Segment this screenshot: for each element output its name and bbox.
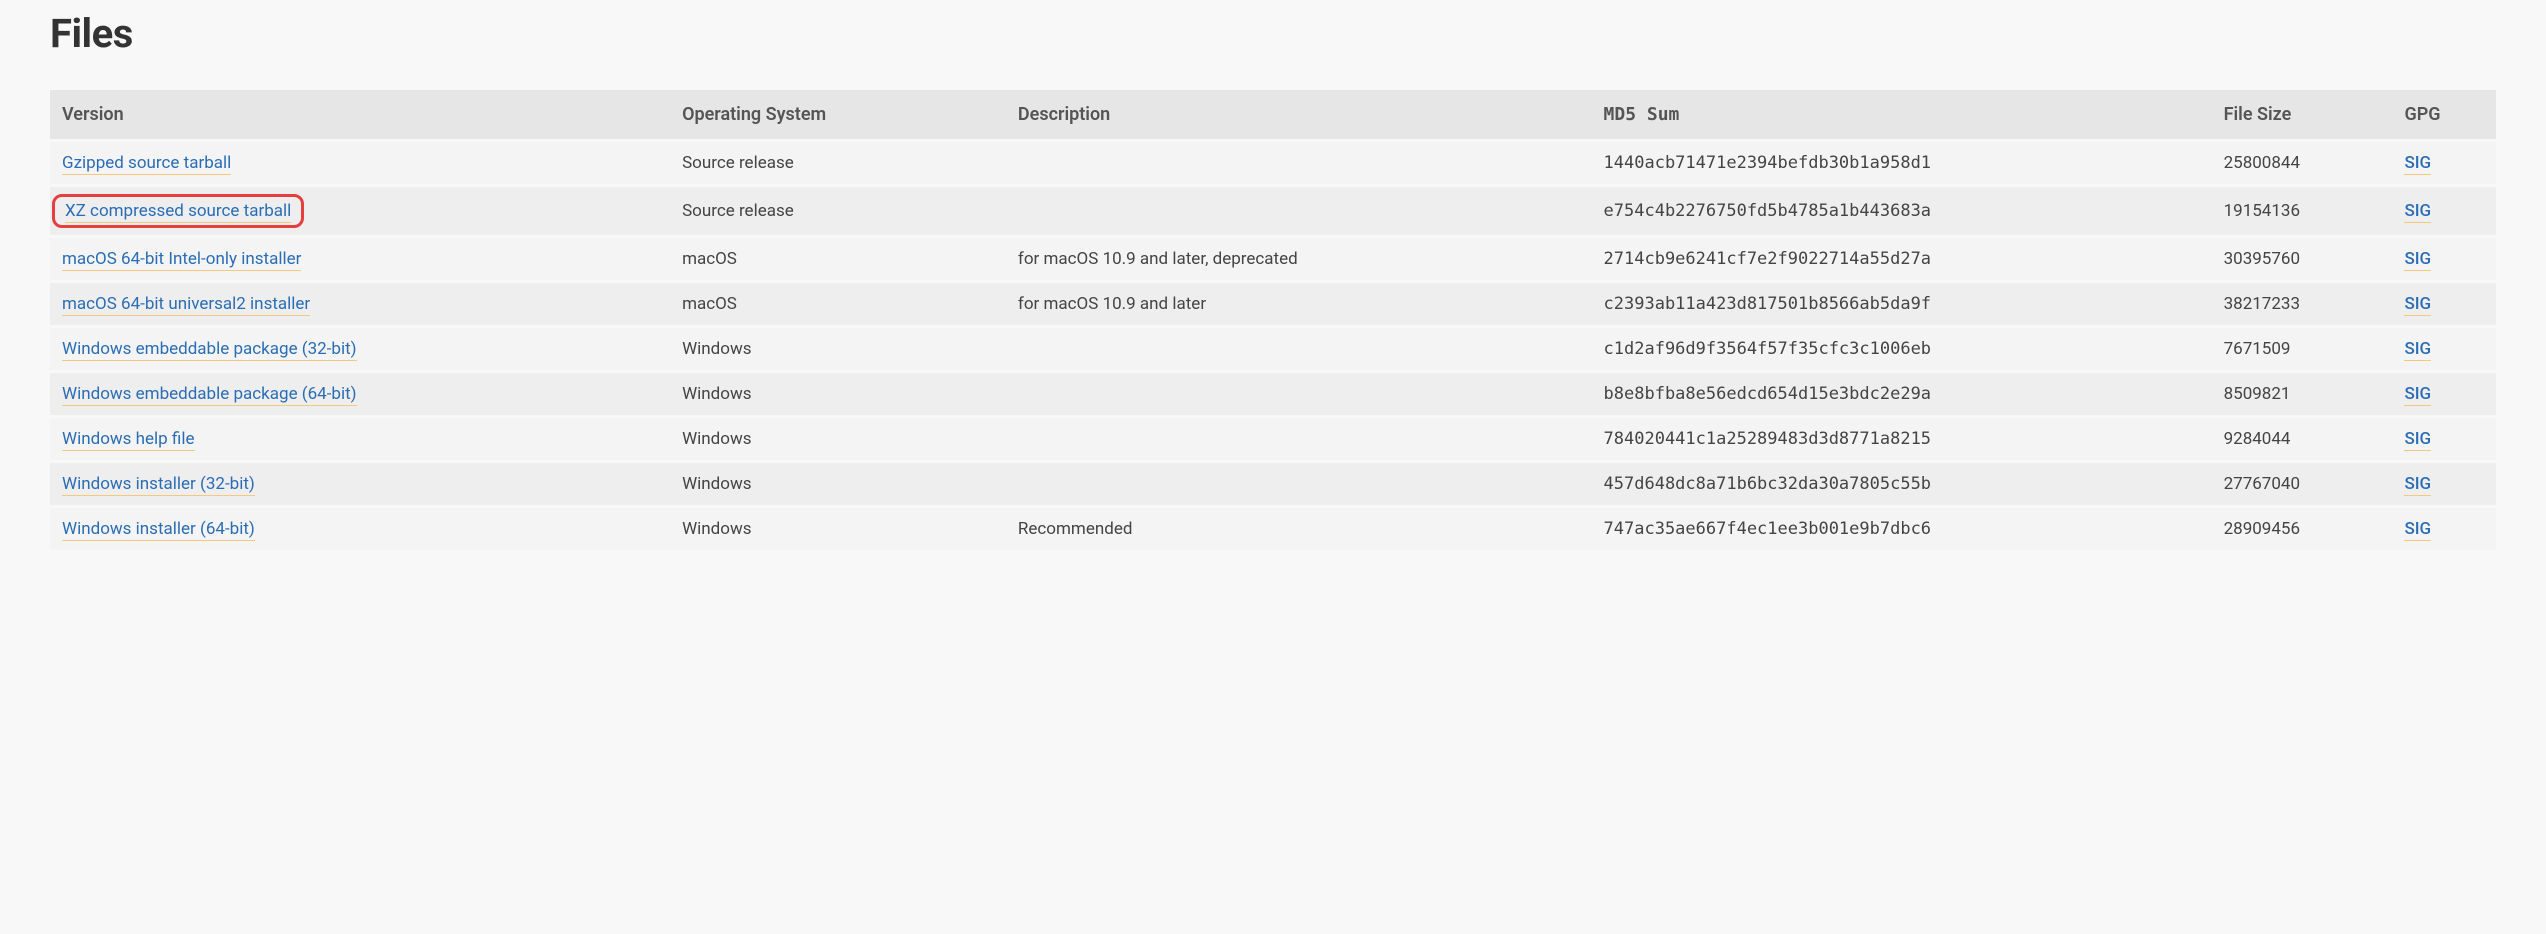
cell-md5: 457d648dc8a71b6bc32da30a7805c55b	[1592, 463, 2212, 505]
version-link[interactable]: Windows embeddable package (32-bit)	[62, 339, 357, 361]
version-link[interactable]: Windows installer (64-bit)	[62, 519, 255, 541]
cell-gpg: SIG	[2392, 508, 2496, 550]
cell-version: Windows embeddable package (32-bit)	[50, 328, 670, 370]
cell-description: Recommended	[1006, 508, 1592, 550]
version-link[interactable]: macOS 64-bit universal2 installer	[62, 294, 310, 316]
version-link[interactable]: Windows installer (32-bit)	[62, 474, 255, 496]
cell-os: Windows	[670, 328, 1006, 370]
cell-gpg: SIG	[2392, 238, 2496, 280]
cell-md5: b8e8bfba8e56edcd654d15e3bdc2e29a	[1592, 373, 2212, 415]
cell-version: Windows embeddable package (64-bit)	[50, 373, 670, 415]
cell-description	[1006, 373, 1592, 415]
files-table: Version Operating System Description MD5…	[50, 87, 2496, 553]
cell-os: Source release	[670, 187, 1006, 235]
highlight-box: XZ compressed source tarball	[52, 194, 304, 228]
cell-size: 9284044	[2212, 418, 2393, 460]
cell-version: Windows installer (64-bit)	[50, 508, 670, 550]
cell-version: macOS 64-bit universal2 installer	[50, 283, 670, 325]
sig-link[interactable]: SIG	[2404, 429, 2431, 451]
cell-os: Source release	[670, 142, 1006, 184]
table-row: Windows installer (64-bit) WindowsRecomme…	[50, 508, 2496, 550]
cell-md5: 784020441c1a25289483d3d8771a8215	[1592, 418, 2212, 460]
cell-description	[1006, 328, 1592, 370]
cell-size: 19154136	[2212, 187, 2393, 235]
version-link[interactable]: XZ compressed source tarball	[65, 201, 291, 223]
cell-gpg: SIG	[2392, 187, 2496, 235]
table-row: macOS 64-bit Intel-only installer macOSfo…	[50, 238, 2496, 280]
cell-os: macOS	[670, 283, 1006, 325]
version-link[interactable]: macOS 64-bit Intel-only installer	[62, 249, 301, 271]
table-row: Windows help file Windows 784020441c1a2528…	[50, 418, 2496, 460]
cell-description	[1006, 187, 1592, 235]
cell-gpg: SIG	[2392, 283, 2496, 325]
sig-link[interactable]: SIG	[2404, 519, 2431, 541]
cell-description	[1006, 418, 1592, 460]
cell-os: macOS	[670, 238, 1006, 280]
page-title: Files	[50, 10, 2496, 57]
table-row: Windows installer (32-bit) Windows 457d648…	[50, 463, 2496, 505]
table-row: XZ compressed source tarball Source relea…	[50, 187, 2496, 235]
cell-gpg: SIG	[2392, 463, 2496, 505]
cell-gpg: SIG	[2392, 328, 2496, 370]
version-link[interactable]: Windows embeddable package (64-bit)	[62, 384, 357, 406]
cell-size: 27767040	[2212, 463, 2393, 505]
version-link[interactable]: Gzipped source tarball	[62, 153, 231, 175]
col-header-md5: MD5 Sum	[1592, 90, 2212, 139]
cell-version: macOS 64-bit Intel-only installer	[50, 238, 670, 280]
cell-description	[1006, 142, 1592, 184]
sig-link[interactable]: SIG	[2404, 384, 2431, 406]
cell-os: Windows	[670, 418, 1006, 460]
cell-version: Gzipped source tarball	[50, 142, 670, 184]
cell-version: Windows installer (32-bit)	[50, 463, 670, 505]
cell-md5: 747ac35ae667f4ec1ee3b001e9b7dbc6	[1592, 508, 2212, 550]
col-header-description: Description	[1006, 90, 1592, 139]
version-link[interactable]: Windows help file	[62, 429, 195, 451]
table-row: macOS 64-bit universal2 installer macOSfo…	[50, 283, 2496, 325]
table-header-row: Version Operating System Description MD5…	[50, 90, 2496, 139]
cell-md5: 2714cb9e6241cf7e2f9022714a55d27a	[1592, 238, 2212, 280]
cell-size: 8509821	[2212, 373, 2393, 415]
cell-size: 38217233	[2212, 283, 2393, 325]
cell-description	[1006, 463, 1592, 505]
col-header-size: File Size	[2212, 90, 2393, 139]
cell-gpg: SIG	[2392, 142, 2496, 184]
cell-os: Windows	[670, 508, 1006, 550]
cell-size: 30395760	[2212, 238, 2393, 280]
sig-link[interactable]: SIG	[2404, 249, 2431, 271]
cell-os: Windows	[670, 463, 1006, 505]
col-header-version: Version	[50, 90, 670, 139]
sig-link[interactable]: SIG	[2404, 474, 2431, 496]
cell-gpg: SIG	[2392, 418, 2496, 460]
sig-link[interactable]: SIG	[2404, 294, 2431, 316]
sig-link[interactable]: SIG	[2404, 339, 2431, 361]
col-header-gpg: GPG	[2392, 90, 2496, 139]
cell-version: Windows help file	[50, 418, 670, 460]
sig-link[interactable]: SIG	[2404, 201, 2431, 223]
cell-gpg: SIG	[2392, 373, 2496, 415]
cell-size: 28909456	[2212, 508, 2393, 550]
table-row: Gzipped source tarball Source release 1440…	[50, 142, 2496, 184]
table-row: Windows embeddable package (32-bit) Windo…	[50, 328, 2496, 370]
cell-version: XZ compressed source tarball	[50, 187, 670, 235]
cell-md5: 1440acb71471e2394befdb30b1a958d1	[1592, 142, 2212, 184]
cell-md5: c1d2af96d9f3564f57f35cfc3c1006eb	[1592, 328, 2212, 370]
col-header-os: Operating System	[670, 90, 1006, 139]
cell-description: for macOS 10.9 and later	[1006, 283, 1592, 325]
table-row: Windows embeddable package (64-bit) Windo…	[50, 373, 2496, 415]
cell-size: 7671509	[2212, 328, 2393, 370]
cell-md5: c2393ab11a423d817501b8566ab5da9f	[1592, 283, 2212, 325]
cell-os: Windows	[670, 373, 1006, 415]
sig-link[interactable]: SIG	[2404, 153, 2431, 175]
cell-size: 25800844	[2212, 142, 2393, 184]
cell-md5: e754c4b2276750fd5b4785a1b443683a	[1592, 187, 2212, 235]
cell-description: for macOS 10.9 and later, deprecated	[1006, 238, 1592, 280]
